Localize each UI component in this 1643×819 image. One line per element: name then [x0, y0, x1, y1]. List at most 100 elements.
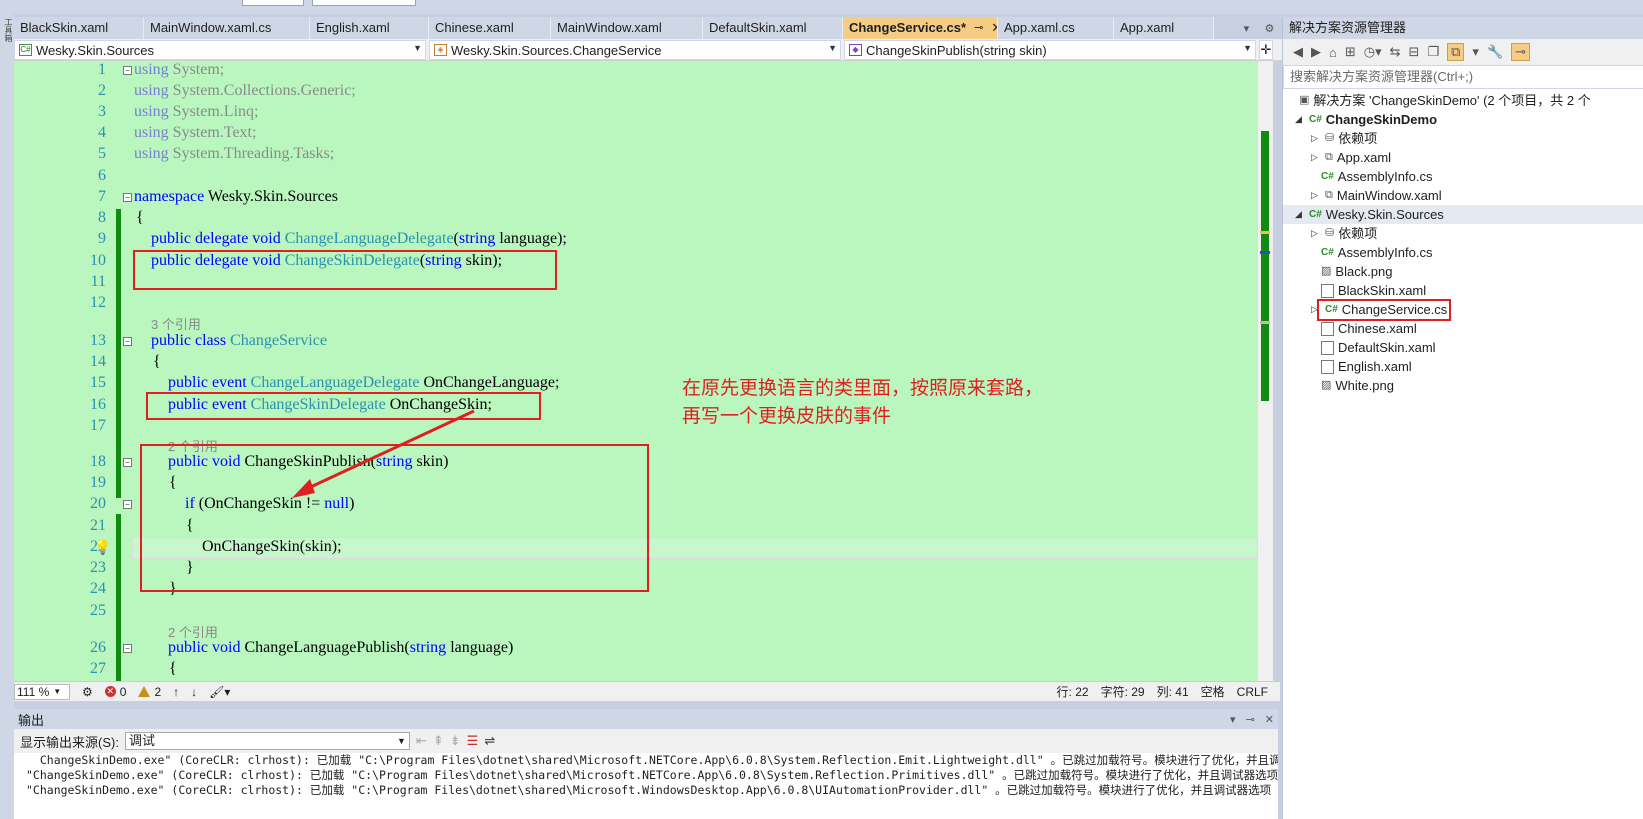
warning-count[interactable]: 2 — [138, 685, 161, 699]
annotation-note-line: 在原先更换语言的类里面，按照原来套路， — [682, 377, 1044, 399]
properties-icon[interactable]: 🔧 — [1487, 44, 1503, 60]
tab-mainwindow-xaml[interactable]: MainWindow.xaml — [551, 17, 703, 39]
toolbox-side-tab[interactable]: 工具箱 — [0, 14, 14, 819]
csharp-project-icon: C# — [1309, 114, 1322, 125]
home-icon[interactable]: ⌂ — [1329, 45, 1337, 60]
toolbar-combo[interactable] — [242, 0, 304, 6]
member-dropdown-value: ChangeSkinPublish(string skin) — [866, 42, 1047, 58]
status-indent[interactable]: 空格 — [1201, 683, 1225, 700]
pin-icon[interactable]: ⊸ — [1511, 43, 1531, 61]
gear-icon[interactable]: ⚙ — [1264, 22, 1274, 35]
collapse-icon[interactable]: ▷ — [1311, 129, 1321, 148]
tab-english-xaml[interactable]: English.xaml — [310, 17, 429, 39]
tree-item[interactable]: ▨ White.png — [1321, 376, 1394, 395]
next-message-icon[interactable]: ⇟ — [450, 733, 461, 749]
status-column[interactable]: 列: 41 — [1157, 683, 1189, 700]
status-char[interactable]: 字符: 29 — [1101, 683, 1145, 700]
tree-item[interactable]: C# AssemblyInfo.cs — [1321, 243, 1432, 262]
tree-project[interactable]: ◢ C# ChangeSkinDemo — [1295, 110, 1437, 129]
tab-app-xaml-cs[interactable]: App.xaml.cs — [998, 17, 1114, 39]
member-dropdown[interactable]: ◆ ChangeSkinPublish(string skin) ▼ — [844, 40, 1256, 60]
output-source-select[interactable]: 调试 ▼ — [124, 732, 410, 750]
output-line: "ChangeSkinDemo.exe" (CoreCLR: clrhost):… — [26, 768, 1278, 782]
csharp-file-icon: C# — [1321, 171, 1334, 182]
chevron-down-icon[interactable]: ▾ — [1472, 44, 1479, 60]
tab-blackskin-xaml[interactable]: BlackSkin.xaml — [14, 17, 144, 39]
split-button[interactable]: ✛ — [1259, 40, 1273, 60]
word-wrap-icon[interactable]: ⇌ — [484, 733, 495, 749]
expand-icon[interactable]: ◢ — [1295, 110, 1305, 129]
previous-issue-button[interactable]: ↑ — [173, 685, 179, 699]
tree-item[interactable]: ▷ ⛁ 依赖项 — [1311, 129, 1377, 148]
tree-item[interactable]: C# AssemblyInfo.cs — [1321, 167, 1432, 186]
tab-label: Chinese.xaml — [435, 20, 514, 35]
tree-label: 依赖项 — [1338, 131, 1378, 146]
forward-icon[interactable]: ▶ — [1311, 44, 1321, 60]
next-issue-button[interactable]: ↓ — [191, 685, 197, 699]
clear-all-icon[interactable]: ☰ — [467, 733, 479, 749]
switch-views-icon[interactable]: ⊞ — [1345, 44, 1356, 60]
preview-selected-icon[interactable]: ⧉ — [1447, 43, 1465, 61]
output-text[interactable]: ChangeSkinDemo.exe" (CoreCLR: clrhost): … — [14, 753, 1278, 819]
top-toolbar-strip — [0, 0, 1643, 14]
scrollbar-caret-marker — [1260, 251, 1270, 254]
find-message-icon[interactable]: ⇤ — [416, 733, 427, 749]
history-icon[interactable]: ◷▾ — [1364, 44, 1382, 60]
chevron-down-icon: ▼ — [53, 687, 62, 696]
scrollbar-marker — [1260, 231, 1270, 234]
csharp-project-icon: C# — [19, 44, 32, 56]
status-line-ending[interactable]: CRLF — [1237, 685, 1268, 699]
csharp-project-icon: C# — [1309, 209, 1322, 220]
sync-icon[interactable]: ⇆ — [1390, 44, 1401, 60]
toolbar-combo[interactable] — [312, 0, 416, 6]
tree-item[interactable]: Chinese.xaml — [1321, 319, 1417, 338]
tree-item[interactable]: BlackSkin.xaml — [1321, 281, 1426, 300]
tab-chinese-xaml[interactable]: Chinese.xaml — [429, 17, 551, 39]
xaml-file-icon — [1321, 283, 1334, 298]
chevron-down-icon[interactable]: ▾ — [1244, 22, 1250, 35]
project-dropdown-value: Wesky.Skin.Sources — [36, 42, 155, 58]
tree-item[interactable]: ▷ ⛁ 依赖项 — [1311, 224, 1377, 243]
collapse-all-icon[interactable]: ⊟ — [1409, 44, 1420, 60]
tree-label: AssemblyInfo.cs — [1337, 169, 1433, 184]
tree-item[interactable]: English.xaml — [1321, 357, 1412, 376]
tab-label: App.xaml.cs — [1004, 20, 1075, 35]
tab-mainwindow-xaml-cs[interactable]: MainWindow.xaml.cs — [144, 17, 310, 39]
solution-explorer-search[interactable]: 搜索解决方案资源管理器(Ctrl+;) — [1283, 65, 1643, 89]
brush-icon[interactable]: 🖌▾ — [209, 685, 230, 699]
tab-defaultskin-xaml[interactable]: DefaultSkin.xaml — [703, 17, 843, 39]
code-editor[interactable]: 1 2 3 4 5 6 7 8 9 10 11 12 13 14 15 16 1… — [14, 61, 1273, 681]
editor-vertical-scrollbar[interactable] — [1257, 61, 1273, 681]
zoom-value: 111 % — [17, 684, 50, 699]
close-icon[interactable]: ✕ — [991, 17, 997, 39]
chevron-down-icon[interactable]: ▾ — [1230, 713, 1236, 726]
pin-icon[interactable]: ⊸ — [1246, 713, 1255, 726]
collapse-icon[interactable]: ▷ — [1311, 148, 1321, 167]
error-count[interactable]: ✕ 0 — [104, 685, 126, 699]
class-dropdown-value: Wesky.Skin.Sources.ChangeService — [451, 42, 662, 58]
tree-item[interactable]: DefaultSkin.xaml — [1321, 338, 1436, 357]
tree-item[interactable]: ▷ ⧉ App.xaml — [1311, 148, 1391, 167]
health-icon[interactable]: ⚙ — [82, 685, 93, 699]
image-file-icon: ▨ — [1321, 379, 1332, 391]
status-line[interactable]: 行: 22 — [1057, 683, 1089, 700]
show-all-files-icon[interactable]: ❐ — [1427, 44, 1439, 60]
collapse-icon[interactable]: ▷ — [1311, 186, 1321, 205]
tree-project[interactable]: ◢ C# Wesky.Skin.Sources — [1283, 205, 1643, 224]
class-dropdown[interactable]: ◈ Wesky.Skin.Sources.ChangeService ▼ — [429, 40, 841, 60]
back-icon[interactable]: ◀ — [1293, 44, 1303, 60]
collapse-icon[interactable]: ▷ — [1311, 224, 1321, 243]
tab-changeservice-cs[interactable]: ChangeService.cs* ⊸ ✕ — [843, 17, 998, 39]
tab-app-xaml[interactable]: App.xaml — [1114, 17, 1214, 39]
expand-icon[interactable]: ◢ — [1295, 205, 1305, 224]
project-dropdown[interactable]: C# Wesky.Skin.Sources ▼ — [14, 40, 426, 60]
zoom-dropdown[interactable]: 111 % ▼ — [14, 683, 70, 700]
close-icon[interactable]: ✕ — [1265, 713, 1274, 726]
tab-controls: ▾ ⚙ — [1236, 17, 1282, 39]
pin-icon[interactable]: ⊸ — [974, 17, 983, 39]
solution-icon: ▣ — [1299, 94, 1310, 106]
previous-message-icon[interactable]: ⇞ — [433, 733, 444, 749]
tree-item[interactable]: ▨ Black.png — [1321, 262, 1393, 281]
tree-solution[interactable]: ▣ 解决方案 'ChangeSkinDemo' (2 个项目，共 2 个 — [1299, 91, 1591, 110]
tree-item[interactable]: ▷ ⧉ MainWindow.xaml — [1311, 186, 1442, 205]
